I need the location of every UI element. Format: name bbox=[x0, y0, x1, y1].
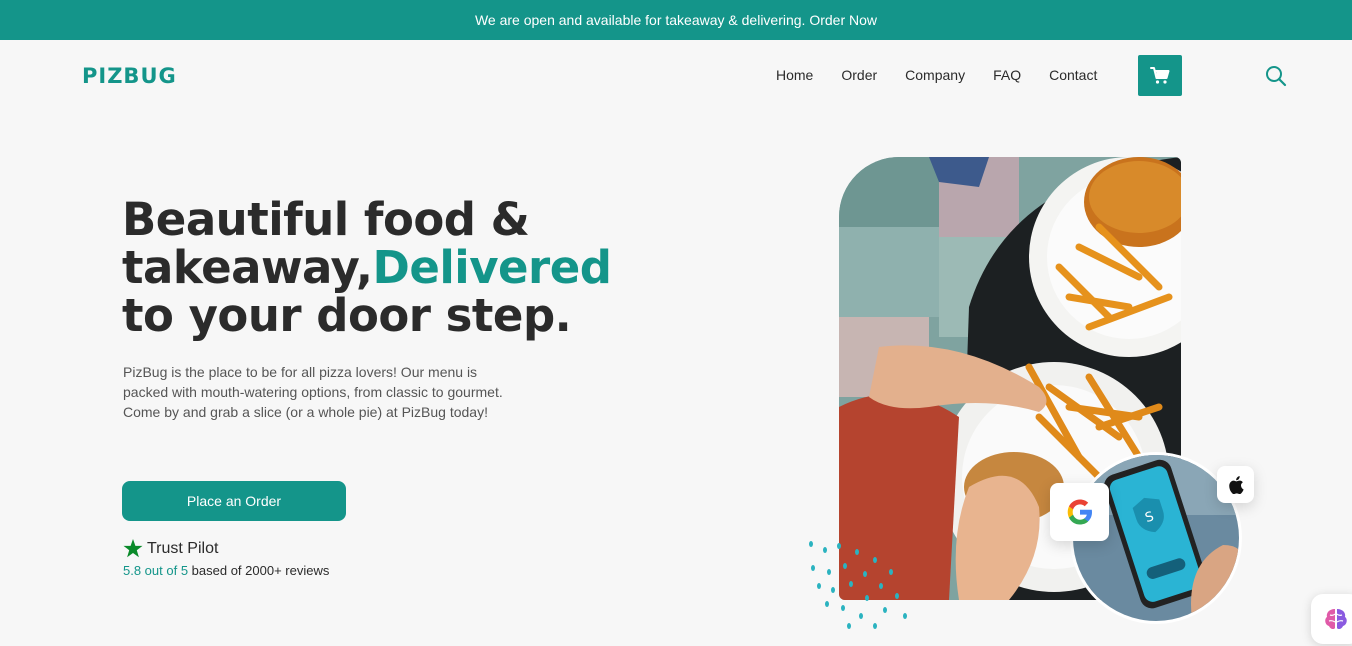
trust-pilot: Trust Pilot bbox=[123, 539, 218, 558]
nav-contact[interactable]: Contact bbox=[1049, 67, 1097, 83]
search-button[interactable] bbox=[1264, 64, 1288, 88]
trust-pilot-label: Trust Pilot bbox=[147, 539, 219, 557]
site-header: PIZBUG Home Order Company FAQ Contact bbox=[0, 40, 1352, 110]
main-nav: Home Order Company FAQ Contact bbox=[776, 67, 1125, 83]
hero-title-line2-plain: takeaway, bbox=[122, 241, 373, 294]
app-store-badge[interactable] bbox=[1217, 466, 1254, 503]
google-play-badge[interactable] bbox=[1050, 483, 1109, 541]
hero-title-line2: takeaway,Delivered bbox=[122, 244, 612, 292]
star-icon bbox=[123, 539, 143, 558]
rating-text: 5.8 out of 5 based of 2000+ reviews bbox=[123, 563, 329, 578]
nav-faq[interactable]: FAQ bbox=[993, 67, 1021, 83]
apple-icon bbox=[1228, 475, 1244, 494]
rating-reviews: based of 2000+ reviews bbox=[188, 563, 330, 578]
brain-icon bbox=[1325, 609, 1347, 630]
nav-home[interactable]: Home bbox=[776, 67, 813, 83]
place-order-button[interactable]: Place an Order bbox=[122, 481, 346, 521]
announcement-text[interactable]: We are open and available for takeaway &… bbox=[475, 12, 877, 28]
announcement-bar: We are open and available for takeaway &… bbox=[0, 0, 1352, 40]
hero-title-line3: to your door step. bbox=[122, 289, 572, 342]
logo[interactable]: PIZBUG bbox=[82, 64, 177, 88]
shopping-cart-icon bbox=[1150, 66, 1170, 84]
rating-score: 5.8 out of 5 bbox=[123, 563, 189, 578]
hero-title-accent: Delivered bbox=[372, 241, 612, 294]
hero-description: PizBug is the place to be for all pizza … bbox=[123, 364, 503, 420]
decorative-dots bbox=[809, 541, 907, 629]
hero-title-line1: Beautiful food & bbox=[122, 193, 530, 246]
nav-order[interactable]: Order bbox=[841, 67, 877, 83]
hero-title: Beautiful food & takeaway,Delivered to y… bbox=[122, 196, 612, 340]
nav-company[interactable]: Company bbox=[905, 67, 965, 83]
assistant-widget-button[interactable] bbox=[1311, 594, 1352, 644]
search-icon bbox=[1266, 66, 1287, 87]
cart-button[interactable] bbox=[1138, 55, 1182, 96]
google-icon bbox=[1067, 499, 1092, 525]
